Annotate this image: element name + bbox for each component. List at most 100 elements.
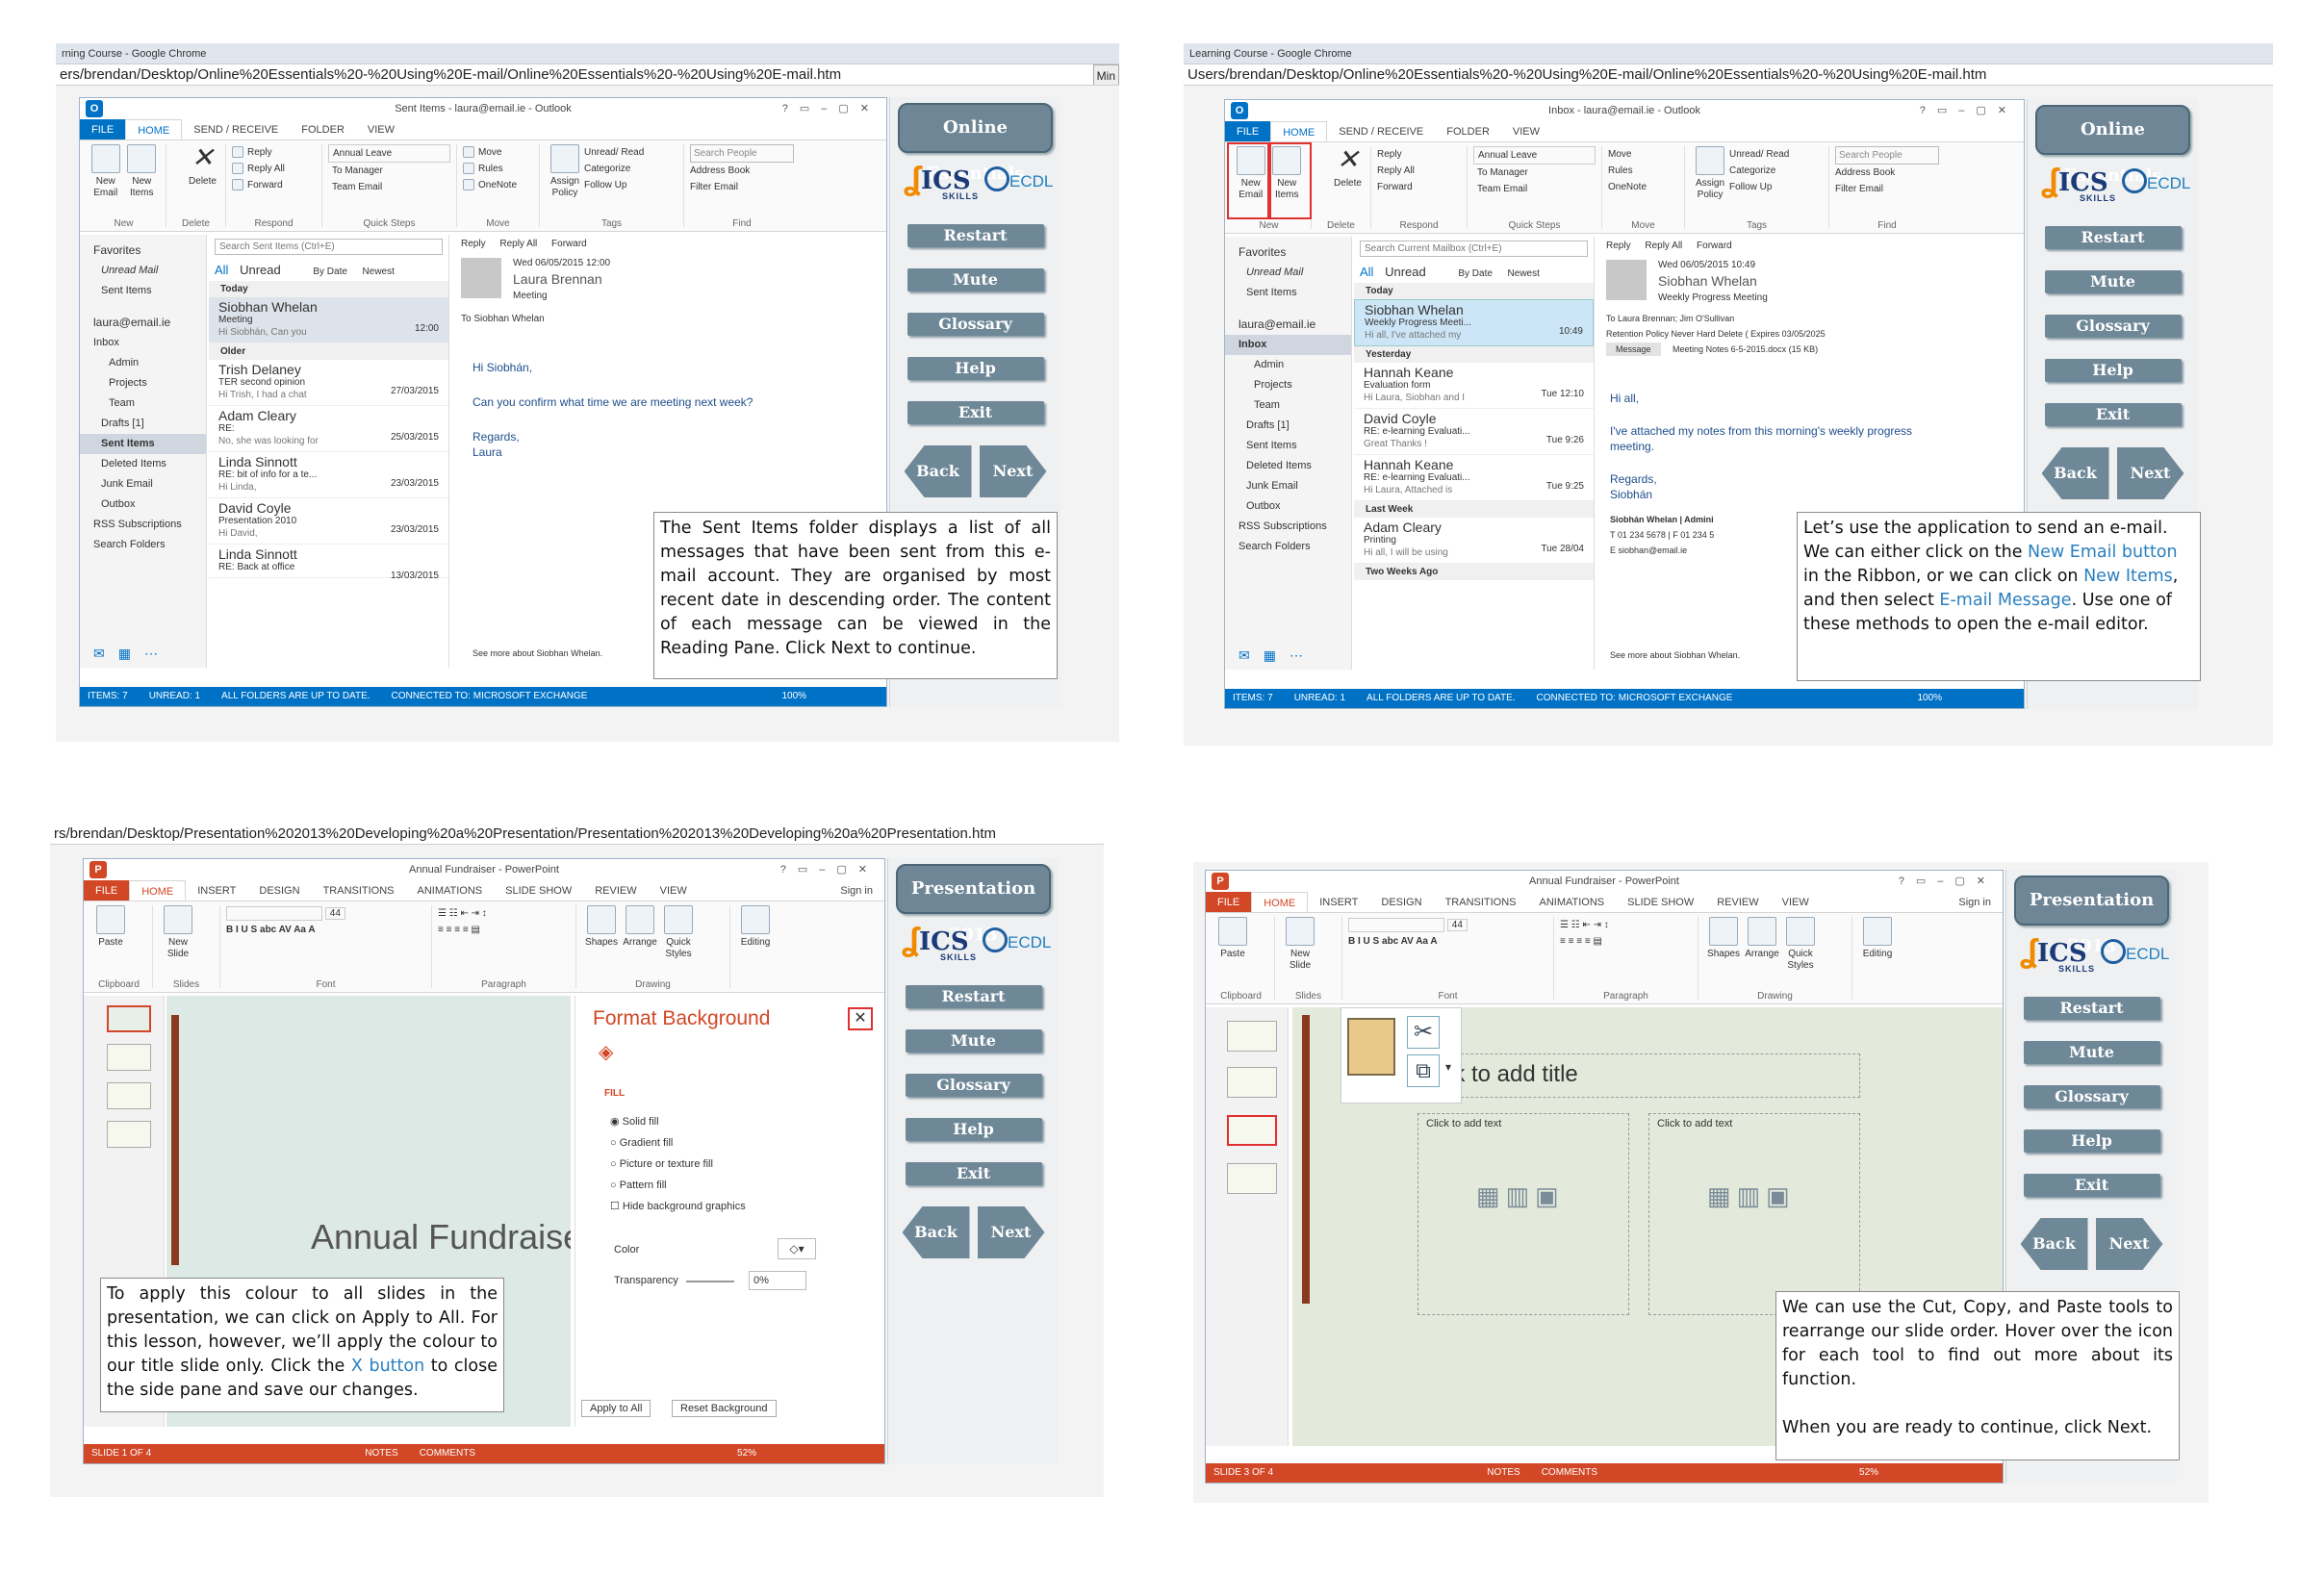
- follow-up-button[interactable]: Follow Up: [584, 177, 644, 193]
- status-comments[interactable]: COMMENTS: [1542, 1467, 1597, 1478]
- nav-bottom-icons[interactable]: ✉▦⋯: [80, 644, 171, 664]
- arrange-button[interactable]: Arrange: [1743, 917, 1781, 1000]
- font-format-buttons[interactable]: B I U S abc AV Aa A: [1348, 933, 1547, 950]
- nav-rss[interactable]: RSS Subscriptions: [80, 515, 206, 535]
- slide-thumb-4[interactable]: [1227, 1163, 1277, 1194]
- search-sent-input[interactable]: Search Sent Items (Ctrl+E): [215, 239, 443, 255]
- nav-team[interactable]: Team: [80, 393, 206, 414]
- tab-file[interactable]: FILE: [1206, 892, 1252, 912]
- forward-button[interactable]: Forward: [1697, 241, 1732, 251]
- window-controls[interactable]: ?▭–▢✕: [1920, 100, 2018, 121]
- status-notes[interactable]: NOTES: [1487, 1467, 1520, 1478]
- nav-deleted-items[interactable]: Deleted Items: [80, 454, 206, 474]
- back-button[interactable]: Back: [2041, 447, 2109, 499]
- nav-search-folders[interactable]: Search Folders: [1225, 537, 1351, 557]
- nav-junk-email[interactable]: Junk Email: [80, 474, 206, 495]
- slide-thumb-2[interactable]: [107, 1044, 151, 1071]
- list-item[interactable]: Adam Cleary Printing Hi all, I will be usi…: [1354, 518, 1594, 564]
- help-button[interactable]: Help: [905, 1118, 1042, 1141]
- pattern-fill-radio[interactable]: ○ Pattern fill: [610, 1175, 746, 1196]
- tab-animations[interactable]: ANIMATIONS: [1528, 892, 1617, 912]
- tab-animations[interactable]: ANIMATIONS: [406, 880, 495, 901]
- address-book-button[interactable]: Address Book: [1835, 165, 1939, 181]
- tab-transitions[interactable]: TRANSITIONS: [1434, 892, 1528, 912]
- quick-styles-button[interactable]: Quick Styles: [659, 905, 698, 988]
- list-item[interactable]: Trish Delaney TER second opinion Hi Trish,…: [209, 360, 448, 406]
- reply-button[interactable]: Reply: [1606, 241, 1631, 251]
- attachment-message[interactable]: Message: [1606, 343, 1661, 356]
- address-bar[interactable]: rs/brendan/Desktop/Presentation%202013%2…: [50, 824, 1104, 845]
- nav-projects[interactable]: Projects: [80, 373, 206, 393]
- move-button[interactable]: Move: [463, 144, 533, 161]
- slide-thumb-3[interactable]: [107, 1082, 151, 1109]
- nav-drafts[interactable]: Drafts [1]: [1225, 416, 1351, 436]
- list-item[interactable]: David Coyle RE: e-learning Evaluati... Gre…: [1354, 409, 1594, 455]
- tab-file[interactable]: FILE: [80, 119, 126, 140]
- help-button[interactable]: Help: [907, 357, 1044, 380]
- sort-newest[interactable]: Newest: [1508, 268, 1540, 279]
- tab-review[interactable]: REVIEW: [1705, 892, 1770, 912]
- categorize-button[interactable]: Categorize: [584, 161, 644, 177]
- nav-sent-items-fav[interactable]: Sent Items: [1225, 283, 1351, 303]
- quickstep-annual-leave[interactable]: Annual Leave: [328, 144, 450, 163]
- help-button[interactable]: Help: [2023, 1129, 2160, 1153]
- sort-newest[interactable]: Newest: [363, 266, 395, 277]
- copy-icon[interactable]: ⧉: [1407, 1054, 1440, 1087]
- editing-button[interactable]: Editing: [736, 905, 775, 988]
- nav-account[interactable]: laura@email.ie: [1225, 315, 1351, 335]
- next-button[interactable]: Next: [977, 1206, 1045, 1258]
- new-items-button[interactable]: New Items: [124, 144, 161, 227]
- arrange-button[interactable]: Arrange: [621, 905, 659, 988]
- filter-unread[interactable]: Unread: [1385, 265, 1426, 279]
- window-controls[interactable]: ?▭–▢✕: [1899, 871, 1997, 892]
- tab-home[interactable]: HOME: [1270, 121, 1328, 141]
- tab-view[interactable]: VIEW: [1501, 121, 1551, 141]
- forward-button[interactable]: Forward: [1377, 179, 1461, 195]
- picture-fill-radio[interactable]: ○ Picture or texture fill: [610, 1154, 746, 1175]
- assign-policy-button[interactable]: Assign Policy: [546, 144, 584, 227]
- status-comments[interactable]: COMMENTS: [420, 1448, 475, 1459]
- tab-home[interactable]: HOME: [1251, 892, 1309, 912]
- list-item[interactable]: Siobhan Whelan Meeting Hi Siobhán, Can you…: [209, 297, 448, 343]
- filter-unread[interactable]: Unread: [240, 263, 281, 277]
- nav-favorites[interactable]: Favorites: [1225, 242, 1351, 263]
- cut-icon[interactable]: ✂: [1407, 1016, 1440, 1049]
- quickstep-team-email[interactable]: Team Email: [328, 179, 450, 195]
- list-item[interactable]: Linda Sinnott RE: Back at office 13/03/201…: [209, 545, 448, 581]
- tab-send-receive[interactable]: SEND / RECEIVE: [182, 119, 290, 140]
- list-item[interactable]: Siobhan Whelan Weekly Progress Meeti... Hi…: [1354, 299, 1594, 346]
- sort-by-date[interactable]: By Date: [1458, 268, 1493, 279]
- nav-outbox[interactable]: Outbox: [80, 495, 206, 515]
- tab-slide-show[interactable]: SLIDE SHOW: [1616, 892, 1705, 912]
- nav-search-folders[interactable]: Search Folders: [80, 535, 206, 555]
- nav-inbox[interactable]: Inbox: [1225, 335, 1351, 355]
- nav-admin[interactable]: Admin: [80, 353, 206, 373]
- minimize-button[interactable]: Min: [1092, 64, 1119, 85]
- sign-in-link[interactable]: Sign in: [829, 880, 884, 901]
- back-button[interactable]: Back: [2020, 1218, 2088, 1270]
- slide-thumb-4[interactable]: [107, 1121, 151, 1148]
- font-selector[interactable]: 44: [1348, 917, 1547, 933]
- mute-button[interactable]: Mute: [2023, 1041, 2160, 1064]
- categorize-button[interactable]: Categorize: [1729, 163, 1789, 179]
- next-button[interactable]: Next: [2116, 447, 2184, 499]
- quickstep-annual-leave[interactable]: Annual Leave: [1473, 146, 1596, 165]
- solid-fill-radio[interactable]: ◉ Solid fill: [610, 1111, 746, 1132]
- quickstep-to-manager[interactable]: To Manager: [1473, 165, 1596, 181]
- tab-design[interactable]: DESIGN: [1369, 892, 1433, 912]
- exit-button[interactable]: Exit: [2044, 403, 2182, 426]
- tab-view[interactable]: VIEW: [356, 119, 406, 140]
- filter-email-button[interactable]: Filter Email: [690, 179, 794, 195]
- list-item[interactable]: Adam Cleary RE: No, she was looking for 25/…: [209, 406, 448, 452]
- reply-all-button[interactable]: Reply All: [499, 239, 537, 249]
- hide-graphics-checkbox[interactable]: ☐ Hide background graphics: [610, 1196, 746, 1217]
- list-item[interactable]: Hannah Keane Evaluation form Hi Laura, Sio…: [1354, 363, 1594, 409]
- tab-transitions[interactable]: TRANSITIONS: [312, 880, 406, 901]
- font-selector[interactable]: 44: [226, 905, 425, 922]
- reply-all-button[interactable]: Reply All: [1377, 163, 1461, 179]
- exit-button[interactable]: Exit: [907, 401, 1044, 424]
- font-name-box[interactable]: [1348, 917, 1444, 932]
- window-controls[interactable]: ?▭–▢✕: [780, 859, 879, 880]
- content-placeholder-left[interactable]: Click to add text ▦▥▣: [1417, 1113, 1629, 1315]
- chevron-down-icon[interactable]: ▾: [1445, 1060, 1451, 1074]
